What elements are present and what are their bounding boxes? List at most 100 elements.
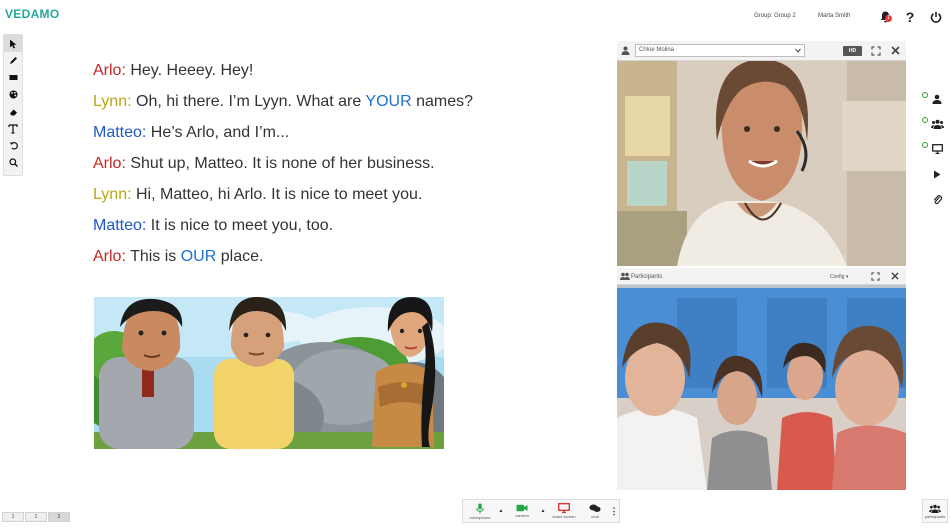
text-tool[interactable]: [4, 120, 22, 137]
teacher-video-header: Chloe Molina HD: [617, 41, 906, 61]
dialogue-text: It is nice to meet you, too.: [146, 217, 334, 234]
close-icon[interactable]: [891, 272, 899, 280]
share-screen-icon: [558, 503, 570, 513]
participants-label: participants: [924, 513, 946, 519]
chat-button[interactable]: chat: [581, 500, 609, 522]
chat-label: chat: [591, 513, 599, 519]
highlighted-word: OUR: [180, 248, 217, 265]
dialogue-line: Arlo: Hey. Heeey. Hey!: [93, 60, 473, 91]
dialogue-line: Arlo: This is OUR place.: [93, 246, 473, 277]
page-tab[interactable]: 1: [2, 512, 24, 522]
undo-tool[interactable]: [4, 137, 22, 154]
participants-video-panel: Participants Config ▾: [617, 268, 906, 490]
more-options-icon[interactable]: ⋮: [609, 506, 619, 517]
user-icon: [932, 94, 942, 104]
sidebar-attachment-button[interactable]: [926, 190, 948, 208]
teacher-video-feed: [617, 41, 906, 266]
dialogue-text: Arlo: Hey. Heeey. Hey! Lynn: Oh, hi ther…: [93, 60, 473, 277]
sidebar-screen-button[interactable]: [922, 140, 948, 158]
rectangle-icon: [9, 75, 17, 80]
page-tab[interactable]: 1: [25, 512, 47, 522]
sidebar-group-button[interactable]: [922, 115, 948, 133]
microphone-button[interactable]: microphone: [463, 500, 497, 522]
chevron-down-icon: [795, 48, 801, 53]
notifications-button[interactable]: 1: [877, 9, 893, 25]
pen-tool[interactable]: [4, 52, 22, 69]
dialogue-text: Hey. Heeey. Hey!: [125, 62, 254, 79]
group-label: Group: Group 2: [754, 13, 796, 19]
media-controls-bar: microphone ▲ camera ▲ share screen chat …: [462, 499, 620, 523]
camera-label: camera: [515, 513, 529, 518]
dialogue-text: Hi, Matteo, hi Arlo. It is nice to meet …: [131, 186, 423, 203]
user-name[interactable]: Marta Smith: [818, 13, 850, 19]
help-icon[interactable]: ?: [902, 9, 918, 25]
sidebar-user-button[interactable]: [922, 90, 948, 108]
speaker-name: Matteo:: [93, 124, 147, 141]
camera-icon: [516, 504, 528, 512]
power-icon: [930, 11, 942, 23]
config-dropdown[interactable]: Config ▾: [830, 274, 848, 280]
participants-panel-title: Participants: [631, 274, 663, 280]
dialogue-line: Arlo: Shut up, Matteo. It is none of her…: [93, 153, 473, 184]
drawing-toolbar: [3, 34, 23, 176]
dialogue-text: Oh, hi there. I’m Lyyn. What are: [131, 93, 366, 110]
camera-button[interactable]: camera: [505, 500, 539, 522]
cursor-icon: [9, 39, 16, 48]
cartoon-illustration: [94, 297, 444, 449]
page-tab[interactable]: 2: [48, 512, 70, 522]
microphone-label: microphone: [469, 514, 491, 520]
dialogue-line: Matteo: He’s Arlo, and I’m...: [93, 122, 473, 153]
fullscreen-icon[interactable]: [871, 272, 880, 281]
dialogue-text: This is: [125, 248, 181, 265]
microphone-icon: [476, 503, 484, 513]
app-window: VEDAMO Group: Group 2 Marta Smith 1 ? Ar…: [0, 0, 950, 530]
notification-badge: 1: [885, 15, 892, 22]
undo-icon: [9, 142, 18, 150]
pen-icon: [9, 57, 17, 64]
eraser-icon: [9, 109, 17, 115]
participants-icon: [929, 504, 941, 513]
dialogue-text: names?: [411, 93, 474, 110]
fullscreen-icon[interactable]: [871, 46, 881, 56]
close-icon[interactable]: [891, 46, 900, 55]
power-button[interactable]: [928, 9, 944, 25]
presenter-select[interactable]: Chloe Molina: [635, 44, 805, 57]
participants-button[interactable]: participants: [922, 499, 948, 523]
camera-options-caret[interactable]: ▲: [539, 508, 547, 514]
participants-video-header: Participants Config ▾: [617, 268, 906, 285]
paperclip-icon: [933, 194, 942, 204]
hd-quality-button[interactable]: HD: [843, 46, 862, 56]
sidebar-play-button[interactable]: [926, 165, 948, 183]
eraser-tool[interactable]: [4, 103, 22, 120]
play-icon: [934, 170, 941, 178]
status-indicator: [922, 92, 928, 98]
dialogue-line: Matteo: It is nice to meet you, too.: [93, 215, 473, 246]
rectangle-tool[interactable]: [4, 69, 22, 86]
speaker-name: Matteo:: [93, 217, 147, 234]
zoom-tool[interactable]: [4, 154, 22, 171]
microphone-options-caret[interactable]: ▲: [497, 508, 505, 514]
palette-icon: [9, 90, 17, 99]
speaker-name: Lynn:: [93, 93, 132, 110]
user-icon: [621, 46, 630, 55]
dialogue-text: Shut up, Matteo. It is none of her busin…: [125, 155, 435, 172]
share-screen-label: share screen: [552, 514, 576, 519]
dialogue-line: Lynn: Hi, Matteo, hi Arlo. It is nice to…: [93, 184, 473, 215]
speaker-name: Arlo:: [93, 62, 126, 79]
participants-icon: [620, 272, 630, 280]
highlighted-word: YOUR: [365, 93, 412, 110]
participants-video-feed: [617, 268, 906, 490]
teacher-video-panel: Chloe Molina HD: [617, 41, 906, 266]
share-screen-button[interactable]: share screen: [547, 500, 581, 522]
color-picker-tool[interactable]: [4, 86, 22, 103]
zoom-icon: [8, 158, 18, 167]
select-tool[interactable]: [4, 35, 22, 52]
status-indicator: [922, 117, 928, 123]
page-tabs: 1 1 2: [2, 512, 70, 522]
dialogue-line: Lynn: Oh, hi there. I’m Lyyn. What are Y…: [93, 91, 473, 122]
dialogue-text: He’s Arlo, and I’m...: [146, 124, 290, 141]
presenter-name: Chloe Molina: [639, 47, 675, 53]
speaker-name: Lynn:: [93, 186, 132, 203]
text-icon: [8, 123, 18, 134]
dialogue-text: place.: [216, 248, 264, 265]
